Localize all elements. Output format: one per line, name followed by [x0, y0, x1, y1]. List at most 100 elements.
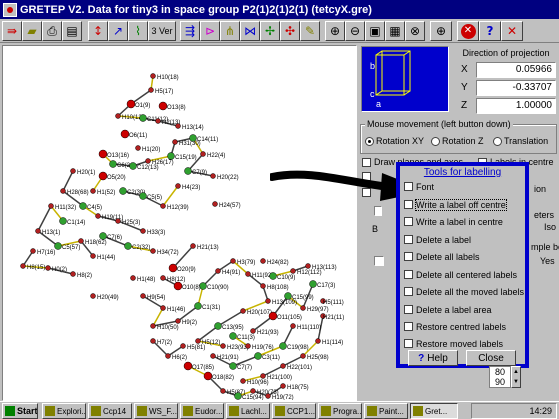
atom-sphere[interactable] [160, 305, 166, 311]
atom-sphere[interactable] [98, 171, 108, 181]
atom-sphere[interactable] [210, 173, 216, 179]
tool-delete-all-labels[interactable]: Delete all labels [404, 250, 480, 263]
task-ws-ftp[interactable]: WS_F... [134, 403, 178, 419]
atom-sphere[interactable] [145, 158, 151, 164]
atom-sphere[interactable] [300, 353, 306, 359]
help-button[interactable]: ? Help [408, 350, 458, 366]
atom-sphere[interactable] [175, 183, 181, 189]
atom-sphere[interactable] [309, 280, 317, 288]
atom-sphere[interactable] [234, 392, 242, 400]
atom-sphere[interactable] [305, 263, 311, 269]
atom-sphere[interactable] [54, 242, 62, 250]
atom-sphere[interactable] [126, 99, 136, 109]
atom-sphere[interactable] [183, 361, 193, 371]
window-icon[interactable]: ▣ [365, 21, 385, 41]
atom-sphere[interactable] [140, 228, 146, 234]
atom-sphere[interactable] [200, 151, 206, 157]
atom-sphere[interactable] [240, 378, 246, 384]
y-value-field[interactable]: -0.33707 [476, 80, 556, 96]
atom-sphere[interactable] [90, 253, 96, 259]
atom-sphere[interactable] [130, 275, 136, 281]
atom-sphere[interactable] [280, 383, 286, 389]
zoom-out-icon[interactable]: ⊖ [345, 21, 365, 41]
bond-icon[interactable]: ⌇ [128, 21, 148, 41]
atom-sphere[interactable] [78, 238, 84, 244]
app-icon[interactable] [3, 2, 17, 17]
atom-sphere[interactable] [220, 343, 226, 349]
angle-spin-buttons[interactable]: ▲ ▼ [511, 366, 521, 388]
atom-sphere[interactable] [245, 271, 251, 277]
atom-sphere[interactable] [150, 323, 156, 329]
atom-sphere[interactable] [158, 101, 168, 111]
start-button[interactable]: Start [2, 403, 38, 419]
atom-sphere[interactable] [140, 293, 146, 299]
grow-icon[interactable]: ⇶ [180, 21, 200, 41]
atom-sphere[interactable] [155, 118, 161, 124]
tool-delete-centered-labels[interactable]: Delete all centered labels [404, 268, 517, 281]
projection-canvas[interactable]: b c a [361, 46, 449, 112]
atom-sphere[interactable] [150, 248, 156, 254]
x-value-field[interactable]: 0.05966 [476, 62, 556, 78]
atom-sphere[interactable] [35, 228, 41, 234]
close-button[interactable]: Close [466, 350, 516, 366]
atom-sphere[interactable] [139, 114, 147, 122]
rescale-icon[interactable]: ▦ [385, 21, 405, 41]
atom-sphere[interactable] [300, 305, 306, 311]
atom-sphere[interactable] [268, 311, 278, 321]
label-icon[interactable]: ⋈ [240, 21, 260, 41]
atom-sphere[interactable] [172, 139, 178, 145]
atom-move-icon[interactable]: ✢ [260, 21, 280, 41]
connect-icon[interactable]: ⊳ [200, 21, 220, 41]
atom-sphere[interactable] [284, 292, 292, 300]
atom-sphere[interactable] [240, 308, 246, 314]
atom-sphere[interactable] [95, 213, 101, 219]
atom-sphere[interactable] [160, 203, 166, 209]
atom-sphere[interactable] [60, 188, 66, 194]
atom-sphere[interactable] [115, 113, 121, 119]
atom-sphere[interactable] [254, 352, 262, 360]
atom-sphere[interactable] [212, 201, 218, 207]
atom-sphere[interactable] [184, 167, 192, 175]
atom-sphere[interactable] [45, 265, 51, 271]
atom-sphere[interactable] [229, 362, 237, 370]
atom-sphere[interactable] [175, 123, 181, 129]
question-icon[interactable]: ? [479, 21, 501, 41]
atom-sphere[interactable] [150, 338, 156, 344]
atom-sphere[interactable] [70, 271, 76, 277]
atom-sphere[interactable] [129, 162, 137, 170]
atom-sphere[interactable] [315, 338, 321, 344]
option-box-2[interactable] [374, 256, 384, 266]
print-icon[interactable]: ⎙ [42, 21, 62, 41]
atom-sphere[interactable] [148, 87, 154, 93]
atom-sphere[interactable] [260, 283, 266, 289]
task-ccp14-2[interactable]: CCP1... [272, 403, 316, 419]
atom-sphere[interactable] [260, 258, 266, 264]
atom-sphere[interactable] [79, 202, 87, 210]
atom-sphere[interactable] [269, 272, 277, 280]
translation-radio[interactable]: Translation [493, 136, 548, 146]
pencil-icon[interactable]: ✎ [300, 21, 320, 41]
rotate-axis-icon[interactable]: ↕ [88, 21, 108, 41]
atom-sphere[interactable] [290, 323, 296, 329]
atom-sphere[interactable] [279, 342, 287, 350]
atom-sphere[interactable] [135, 145, 141, 151]
tool-write-label-off-centre[interactable]: Write a label off centre [404, 198, 507, 211]
atom-sphere[interactable] [220, 388, 226, 394]
tool-restore-centred-labels[interactable]: Restore centred labels [404, 320, 506, 333]
atom-sphere[interactable] [230, 258, 236, 264]
zoom-in-icon[interactable]: ⊕ [325, 21, 345, 41]
atom-sphere[interactable] [190, 243, 196, 249]
open-file-icon[interactable]: ⇛ [2, 21, 22, 41]
tool-font[interactable]: Font [404, 180, 434, 193]
cluster-icon[interactable]: ✣ [280, 21, 300, 41]
task-paint[interactable]: Paint... [364, 403, 408, 419]
atom-sphere[interactable] [150, 73, 156, 79]
atom-sphere[interactable] [189, 134, 197, 142]
atom-sphere[interactable] [70, 168, 76, 174]
task-lachlan[interactable]: Lachl... [226, 403, 270, 419]
atom-sphere[interactable] [290, 268, 296, 274]
atom-sphere[interactable] [215, 268, 221, 274]
atom-sphere[interactable] [214, 322, 222, 330]
atom-sphere[interactable] [48, 203, 54, 209]
atom-sphere[interactable] [245, 343, 251, 349]
